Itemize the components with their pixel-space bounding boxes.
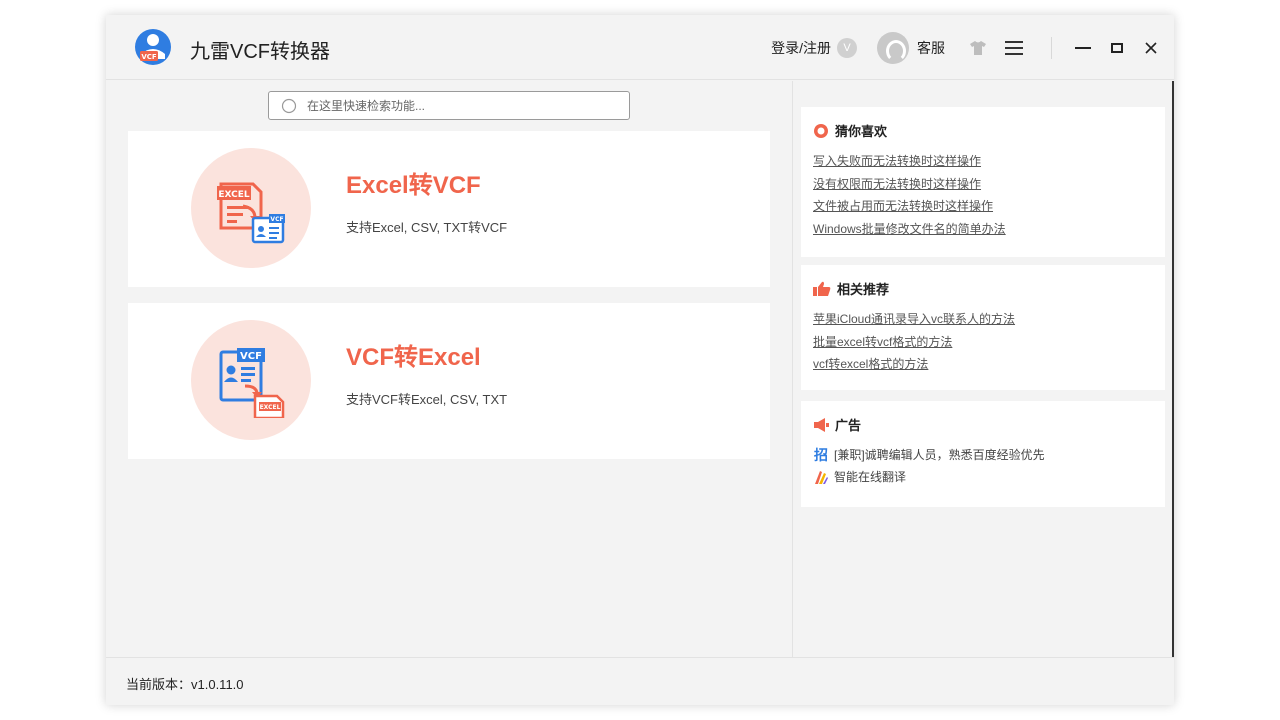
vcf-badge-label: VCF — [270, 216, 283, 223]
related-recommend-heading: 相关推荐 — [813, 279, 1153, 298]
heart-circle-icon — [814, 123, 828, 138]
vcf-to-excel-card[interactable]: VCF EXCEL VCF转Excel 支持VCF转Excel, CSV, TX… — [128, 303, 770, 459]
related-link-2[interactable]: 批量excel转vcf格式的方法 — [813, 331, 1153, 354]
app-title: 九雷VCF转换器 — [190, 41, 330, 63]
vcf-to-excel-icon: VCF EXCEL — [219, 348, 285, 418]
app-window: VCF 九雷VCF转换器 登录/注册 V 客服 在这里快速检索功能... EXC… — [106, 15, 1174, 705]
recruit-icon: 招 — [814, 447, 828, 463]
excel-to-vcf-description: 支持Excel, CSV, TXT转VCF — [346, 220, 508, 235]
ad-item-translate[interactable]: 智能在线翻译 — [813, 466, 1153, 488]
guess-link-4[interactable]: Windows批量修改文件名的简单办法 — [813, 218, 1153, 241]
excel-badge-label: EXCEL — [260, 404, 281, 411]
vcf-to-excel-title[interactable]: VCF转Excel — [346, 337, 481, 372]
guess-link-2[interactable]: 没有权限而无法转换时这样操作 — [813, 173, 1153, 196]
vcf-to-excel-description: 支持VCF转Excel, CSV, TXT — [346, 392, 508, 407]
ad-item-job-text[interactable]: [兼职]诚聘编辑人员，熟悉百度经验优先 — [834, 444, 1045, 466]
guess-you-like-heading: 猜你喜欢 — [813, 121, 1153, 140]
related-link-1[interactable]: 苹果iCloud通讯录导入vc联系人的方法 — [813, 308, 1153, 331]
ads-heading: 广告 — [813, 415, 1153, 434]
version-label: 当前版本：v1.0.11.0 — [126, 677, 244, 692]
customer-service-link[interactable]: 客服 — [917, 38, 945, 58]
ad-item-job[interactable]: 招 [兼职]诚聘编辑人员，熟悉百度经验优先 — [813, 444, 1153, 466]
excel-to-vcf-icon: EXCEL VCF — [217, 182, 285, 244]
excel-badge-label: EXCEL — [218, 190, 250, 200]
vcf-to-excel-icon-circle: VCF EXCEL — [191, 320, 311, 440]
related-link-3[interactable]: vcf转excel格式的方法 — [813, 353, 1153, 376]
guess-link-3[interactable]: 文件被占用而无法转换时这样操作 — [813, 195, 1153, 218]
vip-badge-icon[interactable]: V — [837, 37, 857, 58]
menu-icon[interactable] — [1003, 37, 1025, 59]
guess-link-1[interactable]: 写入失败而无法转换时这样操作 — [813, 150, 1153, 173]
status-bar: 当前版本：v1.0.11.0 — [106, 657, 1174, 705]
search-icon — [281, 98, 297, 113]
svg-text:VCF: VCF — [141, 53, 157, 61]
guess-you-like-title: 猜你喜欢 — [835, 124, 888, 139]
search-input[interactable] — [307, 98, 607, 113]
title-bar: VCF 九雷VCF转换器 登录/注册 V 客服 — [106, 15, 1174, 80]
skin-shirt-icon[interactable] — [967, 37, 989, 59]
related-recommend-panel: 相关推荐 苹果iCloud通讯录导入vc联系人的方法 批量excel转vcf格式… — [801, 265, 1165, 390]
title-bar-actions: 登录/注册 V 客服 — [771, 15, 1174, 80]
ads-title: 广告 — [835, 418, 862, 433]
thumbs-up-icon — [813, 281, 831, 296]
megaphone-icon — [814, 417, 829, 432]
excel-to-vcf-title[interactable]: Excel转VCF — [346, 165, 481, 200]
excel-to-vcf-icon-circle: EXCEL VCF — [191, 148, 311, 268]
main-area: EXCEL VCF Excel转VCF 支持Excel, C — [106, 81, 792, 657]
app-logo-icon: VCF — [135, 29, 171, 65]
related-recommend-title: 相关推荐 — [837, 282, 890, 297]
login-register-link[interactable]: 登录/注册 — [771, 38, 831, 58]
customer-service-avatar-icon[interactable] — [877, 31, 909, 64]
close-button[interactable] — [1140, 37, 1162, 59]
translate-brush-icon — [813, 469, 829, 485]
ad-item-translate-text[interactable]: 智能在线翻译 — [834, 466, 906, 488]
ads-panel: 广告 招 [兼职]诚聘编辑人员，熟悉百度经验优先 智能在线翻译 — [801, 401, 1165, 507]
guess-you-like-panel: 猜你喜欢 写入失败而无法转换时这样操作 没有权限而无法转换时这样操作 文件被占用… — [801, 107, 1165, 257]
title-bar-divider — [1051, 36, 1052, 59]
search-box[interactable] — [268, 91, 630, 120]
vcf-badge-label: VCF — [240, 351, 262, 362]
minimize-button[interactable] — [1072, 37, 1094, 59]
maximize-button[interactable] — [1106, 37, 1128, 59]
right-sidebar: 猜你喜欢 写入失败而无法转换时这样操作 没有权限而无法转换时这样操作 文件被占用… — [792, 81, 1174, 657]
excel-to-vcf-card[interactable]: EXCEL VCF Excel转VCF 支持Excel, CSV, TXT转VC… — [128, 131, 770, 287]
